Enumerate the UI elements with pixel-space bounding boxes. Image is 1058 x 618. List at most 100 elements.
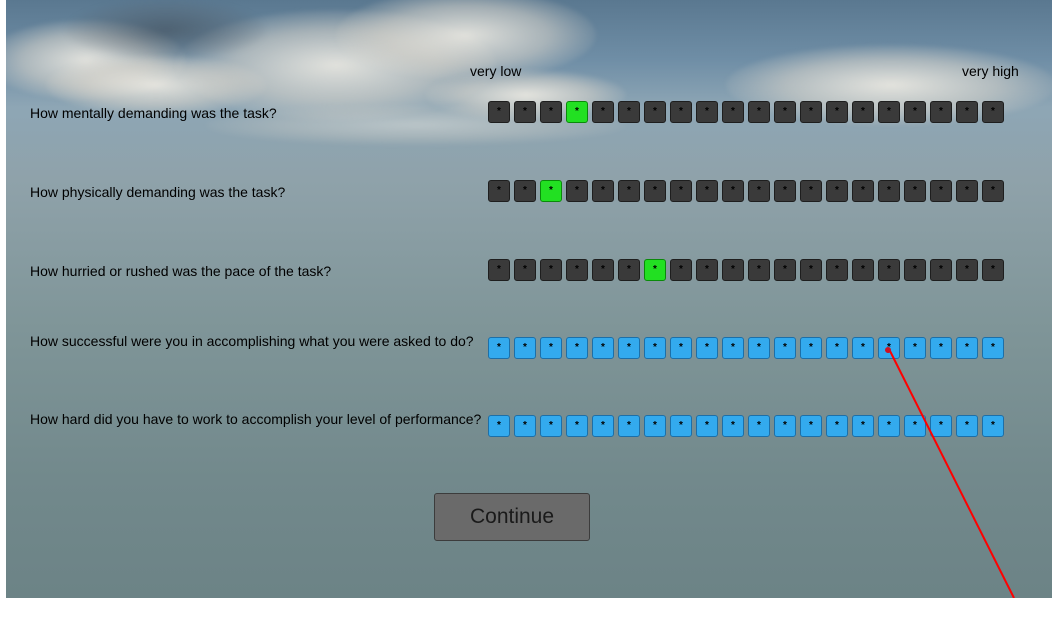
rating-box[interactable]: * — [748, 180, 770, 202]
rating-box[interactable]: * — [956, 180, 978, 202]
rating-box[interactable]: * — [904, 101, 926, 123]
rating-box[interactable]: * — [696, 101, 718, 123]
rating-box[interactable]: * — [930, 259, 952, 281]
rating-box[interactable]: * — [644, 337, 666, 359]
rating-box[interactable]: * — [826, 101, 848, 123]
rating-box[interactable]: * — [956, 101, 978, 123]
rating-box[interactable]: * — [592, 180, 614, 202]
rating-box[interactable]: * — [826, 180, 848, 202]
rating-box[interactable]: * — [670, 415, 692, 437]
rating-box[interactable]: * — [670, 259, 692, 281]
rating-box[interactable]: * — [904, 415, 926, 437]
rating-box[interactable]: * — [540, 337, 562, 359]
rating-box[interactable]: * — [644, 415, 666, 437]
rating-box-selected[interactable]: * — [540, 180, 562, 202]
rating-box[interactable]: * — [566, 180, 588, 202]
rating-box-selected[interactable]: * — [566, 101, 588, 123]
rating-box[interactable]: * — [904, 337, 926, 359]
rating-box[interactable]: * — [852, 101, 874, 123]
rating-box[interactable]: * — [670, 180, 692, 202]
rating-box[interactable]: * — [566, 259, 588, 281]
rating-box[interactable]: * — [618, 259, 640, 281]
rating-box[interactable]: * — [800, 415, 822, 437]
continue-button[interactable]: Continue — [434, 493, 590, 541]
rating-box[interactable]: * — [930, 101, 952, 123]
rating-box[interactable]: * — [540, 101, 562, 123]
rating-box[interactable]: * — [826, 337, 848, 359]
rating-box[interactable]: * — [982, 415, 1004, 437]
rating-box[interactable]: * — [852, 337, 874, 359]
rating-box[interactable]: * — [618, 180, 640, 202]
rating-box[interactable]: * — [618, 337, 640, 359]
rating-box[interactable]: * — [748, 337, 770, 359]
rating-box[interactable]: * — [722, 415, 744, 437]
rating-box[interactable]: * — [592, 259, 614, 281]
rating-box[interactable]: * — [930, 415, 952, 437]
rating-box[interactable]: * — [930, 337, 952, 359]
rating-box[interactable]: * — [982, 337, 1004, 359]
rating-box[interactable]: * — [878, 101, 900, 123]
rating-box[interactable]: * — [800, 259, 822, 281]
rating-box[interactable]: * — [722, 337, 744, 359]
rating-box[interactable]: * — [696, 337, 718, 359]
rating-box[interactable]: * — [956, 415, 978, 437]
rating-box[interactable]: * — [488, 101, 510, 123]
rating-box[interactable]: * — [748, 101, 770, 123]
rating-box[interactable]: * — [930, 180, 952, 202]
rating-box[interactable]: * — [748, 259, 770, 281]
rating-box[interactable]: * — [852, 180, 874, 202]
rating-box[interactable]: * — [748, 415, 770, 437]
rating-box[interactable]: * — [774, 101, 796, 123]
rating-box[interactable]: * — [566, 337, 588, 359]
rating-box[interactable]: * — [488, 337, 510, 359]
rating-box[interactable]: * — [982, 101, 1004, 123]
rating-box[interactable]: * — [852, 415, 874, 437]
rating-box[interactable]: * — [800, 101, 822, 123]
rating-box[interactable]: * — [592, 337, 614, 359]
rating-box[interactable]: * — [956, 259, 978, 281]
rating-box[interactable]: * — [774, 259, 796, 281]
rating-box[interactable]: * — [514, 180, 536, 202]
rating-box[interactable]: * — [488, 415, 510, 437]
rating-box[interactable]: * — [514, 101, 536, 123]
rating-box[interactable]: * — [774, 180, 796, 202]
rating-box[interactable]: * — [878, 180, 900, 202]
rating-box[interactable]: * — [774, 337, 796, 359]
rating-box[interactable]: * — [878, 337, 900, 359]
rating-box[interactable]: * — [618, 415, 640, 437]
rating-box[interactable]: * — [722, 101, 744, 123]
rating-box[interactable]: * — [644, 101, 666, 123]
rating-box[interactable]: * — [670, 337, 692, 359]
rating-box[interactable]: * — [696, 180, 718, 202]
rating-box[interactable]: * — [540, 259, 562, 281]
rating-box[interactable]: * — [514, 259, 536, 281]
rating-box[interactable]: * — [566, 415, 588, 437]
rating-box[interactable]: * — [514, 337, 536, 359]
rating-box[interactable]: * — [878, 415, 900, 437]
rating-box[interactable]: * — [774, 415, 796, 437]
rating-box[interactable]: * — [826, 259, 848, 281]
rating-box[interactable]: * — [696, 415, 718, 437]
rating-box[interactable]: * — [592, 415, 614, 437]
rating-box[interactable]: * — [982, 259, 1004, 281]
rating-box[interactable]: * — [982, 180, 1004, 202]
rating-box[interactable]: * — [540, 415, 562, 437]
rating-box[interactable]: * — [696, 259, 718, 281]
rating-box[interactable]: * — [670, 101, 692, 123]
rating-box[interactable]: * — [488, 259, 510, 281]
rating-box[interactable]: * — [722, 259, 744, 281]
rating-box[interactable]: * — [644, 180, 666, 202]
rating-box[interactable]: * — [878, 259, 900, 281]
rating-box[interactable]: * — [800, 337, 822, 359]
rating-box[interactable]: * — [956, 337, 978, 359]
rating-box[interactable]: * — [852, 259, 874, 281]
rating-box-selected[interactable]: * — [644, 259, 666, 281]
rating-box[interactable]: * — [826, 415, 848, 437]
rating-box[interactable]: * — [488, 180, 510, 202]
rating-box[interactable]: * — [592, 101, 614, 123]
rating-box[interactable]: * — [514, 415, 536, 437]
rating-box[interactable]: * — [904, 180, 926, 202]
rating-box[interactable]: * — [800, 180, 822, 202]
rating-box[interactable]: * — [618, 101, 640, 123]
rating-box[interactable]: * — [904, 259, 926, 281]
